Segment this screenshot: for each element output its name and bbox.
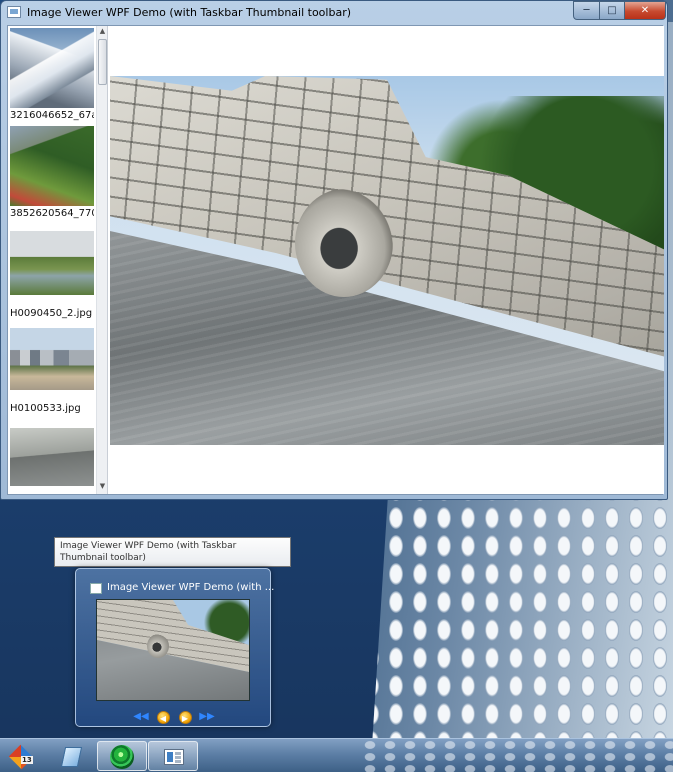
thumbnail-item[interactable] (10, 428, 94, 486)
thumbnail-list: 3216046652_67aab 3852620564_77067 H00904… (8, 26, 108, 494)
preview-app-icon (90, 583, 102, 594)
first-image-button[interactable]: ◀◀ (132, 709, 150, 725)
thumbnail-caption: 3216046652_67aab (10, 110, 94, 121)
preview-image[interactable] (96, 599, 250, 701)
close-button[interactable]: ✕ (624, 1, 666, 20)
thumbnail-caption: H0100533.jpg (10, 403, 81, 414)
first-icon: ◀◀ (133, 711, 149, 722)
last-image-button[interactable]: ▶▶ (198, 709, 216, 725)
taskbar-item-document[interactable] (46, 741, 96, 771)
thumbnail-item[interactable]: H0100533.jpg (10, 328, 94, 416)
scroll-down-icon[interactable]: ▼ (98, 482, 107, 491)
taskbar-tooltip: Image Viewer WPF Demo (with Taskbar Thum… (54, 537, 291, 567)
next-icon: ▶ (178, 710, 192, 724)
thumbnail-scrollbar[interactable]: ▲ ▼ (96, 26, 107, 494)
thumbnail-caption: 3852620564_77067 (10, 208, 94, 219)
app-icon (7, 6, 21, 18)
taskbar-item-image-viewer[interactable] (148, 741, 198, 771)
thumbnail-image (10, 231, 94, 295)
minimize-button[interactable]: ─ (573, 1, 600, 20)
thumbnail-item[interactable]: H0090450_2.jpg (10, 231, 94, 321)
scrollbar-thumb[interactable] (98, 39, 107, 85)
thumbnail-image (10, 28, 94, 108)
taskbar-item-xml-notepad[interactable]: 13 (2, 741, 52, 771)
thumbnail-item[interactable]: 3216046652_67aab (10, 28, 94, 123)
preview-title: Image Viewer WPF Demo (with ... (107, 582, 275, 593)
thumbnail-toolbar: ◀◀ ◀ ▶ ▶▶ (130, 709, 216, 725)
previous-icon: ◀ (156, 710, 170, 724)
thumbnail-image (10, 126, 94, 206)
previous-image-button[interactable]: ◀ (154, 709, 172, 725)
taskbar: 13 (0, 738, 673, 772)
client-area: 3216046652_67aab 3852620564_77067 H00904… (7, 25, 664, 495)
taskbar-thumbnail-preview[interactable]: Image Viewer WPF Demo (with ... ◀◀ ◀ ▶ ▶… (75, 568, 275, 727)
thumbnail-item[interactable]: 3852620564_77067 (10, 126, 94, 221)
thumbnail-image (10, 428, 94, 486)
image-viewer (110, 26, 664, 494)
image-viewer-icon (164, 749, 184, 765)
scroll-up-icon[interactable]: ▲ (98, 27, 107, 36)
maximize-button[interactable]: □ (599, 1, 625, 20)
thumbnail-image (10, 328, 94, 390)
taskbar-item-media-player[interactable] (97, 741, 147, 771)
main-window: Image Viewer WPF Demo (with Taskbar Thum… (0, 0, 668, 500)
thumbnail-caption: H0090450_2.jpg (10, 308, 93, 319)
photo-stone-ring (295, 189, 393, 297)
media-player-icon (110, 745, 134, 769)
title-bar[interactable]: Image Viewer WPF Demo (with Taskbar Thum… (1, 1, 667, 25)
taskbar-badge: 13 (21, 756, 33, 764)
document-icon (60, 747, 83, 767)
main-photo (110, 76, 664, 445)
next-image-button[interactable]: ▶ (176, 709, 194, 725)
last-icon: ▶▶ (199, 711, 215, 722)
window-title: Image Viewer WPF Demo (with Taskbar Thum… (27, 6, 352, 19)
